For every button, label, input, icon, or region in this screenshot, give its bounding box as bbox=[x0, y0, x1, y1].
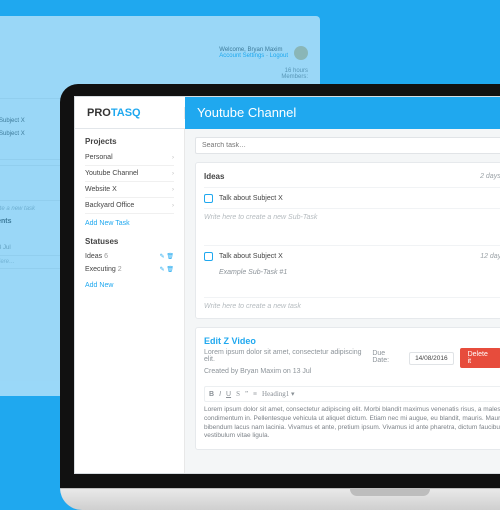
edit-icon[interactable]: ✎ bbox=[160, 254, 165, 260]
chevron-right-icon: › bbox=[172, 171, 174, 177]
quote-icon[interactable]: ” bbox=[245, 390, 248, 398]
italic-icon[interactable]: I bbox=[219, 390, 221, 398]
new-task-input[interactable]: Write here to create a new task bbox=[204, 297, 500, 310]
sidebar-item-backyard[interactable]: Backyard Office› bbox=[85, 198, 174, 214]
new-subtask-input[interactable]: Write here to create a new Sub-Task bbox=[204, 208, 500, 221]
edit-title[interactable]: Edit Z Video bbox=[204, 336, 372, 346]
subtask-row[interactable]: Example Sub-Task #1 bbox=[204, 266, 500, 279]
add-new-task-link[interactable]: Add New Task bbox=[85, 220, 174, 227]
due-date-field[interactable]: 14/08/2016 bbox=[409, 352, 454, 365]
sidebar: Projects Personal› Youtube Channel› Webs… bbox=[75, 129, 185, 473]
add-new-status-link[interactable]: Add New bbox=[85, 282, 174, 289]
sidebar-item-website[interactable]: Website X› bbox=[85, 182, 174, 198]
main-column: ‹ + Ideas 2 days left ⇅ ▾ bbox=[185, 129, 500, 473]
heading-dropdown[interactable]: Heading1 ▾ bbox=[262, 390, 294, 398]
edit-icon[interactable]: ✎ bbox=[160, 267, 165, 273]
statuses-heading: Statuses bbox=[85, 237, 174, 246]
sidebar-item-youtube[interactable]: Youtube Channel› bbox=[85, 166, 174, 182]
chevron-right-icon: › bbox=[172, 187, 174, 193]
ideas-due: 2 days left bbox=[480, 173, 500, 180]
checkbox[interactable] bbox=[204, 252, 213, 261]
editor-body[interactable]: Lorem ipsum dolor sit amet, consectetur … bbox=[204, 406, 500, 441]
bold-icon[interactable]: B bbox=[209, 390, 214, 398]
editor-toolbar[interactable]: B I U S ” ≡ Heading1 ▾ bbox=[204, 386, 500, 402]
task-row[interactable]: Talk about Subject X 12 days left ⇅ ▾ bbox=[204, 245, 500, 266]
status-executing[interactable]: Executing 2 ✎ 🗑 bbox=[85, 263, 174, 276]
delete-icon[interactable]: 🗑 bbox=[166, 267, 174, 273]
underline-icon[interactable]: U bbox=[226, 390, 231, 398]
due-date-label: Due Date: bbox=[372, 350, 403, 364]
delete-button[interactable]: Delete it bbox=[460, 348, 500, 368]
chevron-right-icon: › bbox=[172, 203, 174, 209]
page-title: Youtube Channel bbox=[197, 105, 296, 120]
chevron-right-icon: › bbox=[172, 155, 174, 161]
delete-icon[interactable]: 🗑 bbox=[166, 254, 174, 260]
status-ideas[interactable]: Ideas 6 ✎ 🗑 bbox=[85, 250, 174, 263]
ideas-title: Ideas bbox=[204, 172, 224, 181]
checkbox[interactable] bbox=[204, 194, 213, 203]
projects-heading: Projects bbox=[85, 137, 174, 146]
edit-card: Edit Z Video Lorem ipsum dolor sit amet,… bbox=[195, 327, 500, 450]
search-input[interactable] bbox=[195, 137, 500, 154]
app-logo[interactable]: PROTASQ bbox=[75, 107, 185, 119]
ideas-card: Ideas 2 days left ⇅ ▾ Talk about Subject… bbox=[195, 162, 500, 319]
avatar[interactable] bbox=[294, 46, 308, 60]
laptop-mockup: PROTASQ Youtube Channel SAVE Projects Pe… bbox=[60, 84, 500, 510]
list-icon[interactable]: ≡ bbox=[253, 390, 257, 398]
sidebar-item-personal[interactable]: Personal› bbox=[85, 150, 174, 166]
task-row[interactable]: Talk about Subject X ⇅ ▾ bbox=[204, 187, 500, 208]
account-settings-link[interactable]: Account Settings bbox=[219, 53, 264, 59]
logout-link[interactable]: Logout bbox=[270, 53, 288, 59]
strike-icon[interactable]: S bbox=[236, 390, 240, 398]
